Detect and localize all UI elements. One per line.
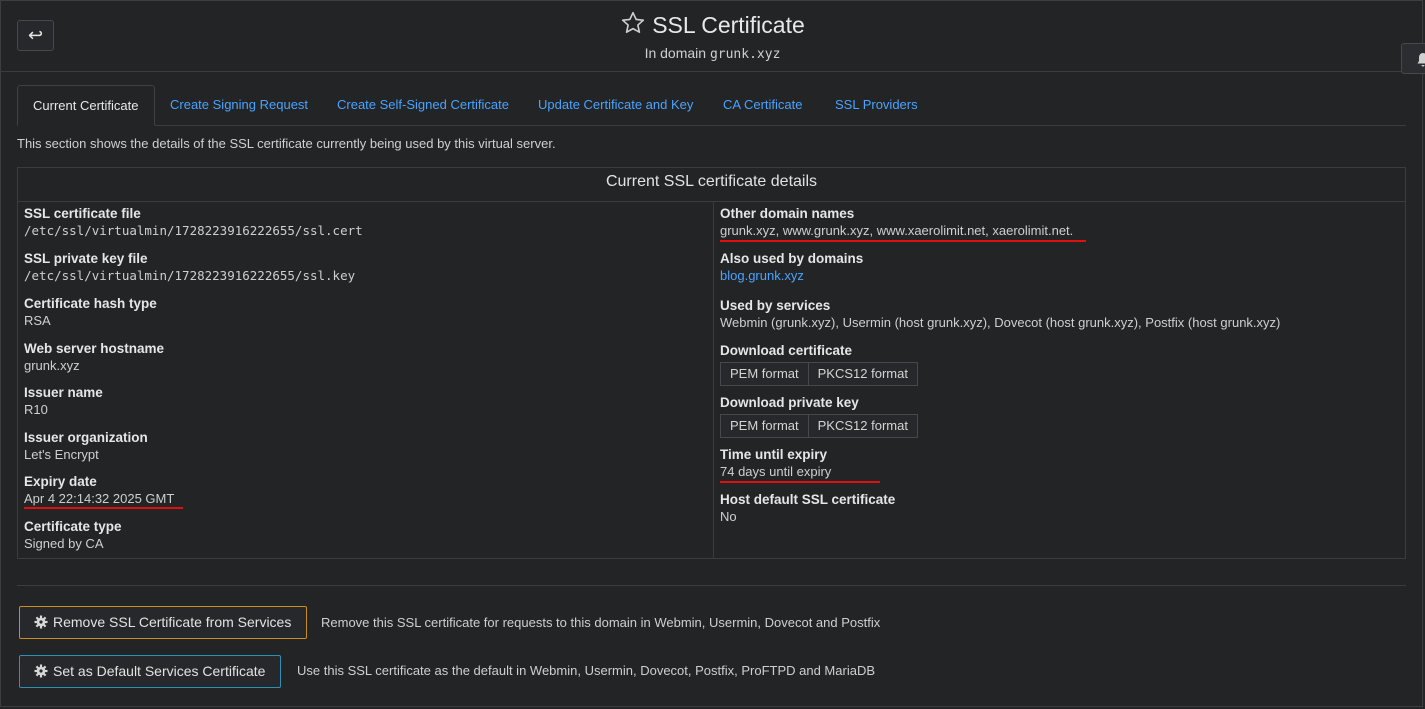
gear-icon <box>34 609 48 640</box>
field-label: Time until expiry <box>720 447 828 462</box>
field-label: Used by services <box>720 298 831 313</box>
field-value: RSA <box>24 313 51 328</box>
field-value: grunk.xyz, www.grunk.xyz, www.xaerolimit… <box>720 223 1074 238</box>
download-cert-pem-button[interactable]: PEM format <box>720 362 809 386</box>
field-label: SSL private key file <box>24 251 148 266</box>
download-cert-pkcs12-button[interactable]: PKCS12 format <box>808 362 918 386</box>
tab-create-self-signed[interactable]: Create Self-Signed Certificate <box>337 85 509 126</box>
field-expiry-date: Expiry date Apr 4 22:14:32 2025 GMT <box>24 474 174 506</box>
actions-separator <box>17 585 1406 586</box>
field-value: No <box>720 509 737 524</box>
field-label: Host default SSL certificate <box>720 492 896 507</box>
set-default-certificate-button[interactable]: Set as Default Services Certificate <box>19 655 282 689</box>
certificate-details-panel: Current SSL certificate details SSL cert… <box>17 167 1406 559</box>
field-used-by-services: Used by services Webmin (grunk.xyz), Use… <box>720 298 1280 330</box>
field-time-until-expiry: Time until expiry 74 days until expiry <box>720 447 831 479</box>
field-value: 74 days until expiry <box>720 464 832 479</box>
tab-current-certificate[interactable]: Current Certificate <box>17 85 155 126</box>
field-also-used: Also used by domains blog.grunk.xyz <box>720 251 863 283</box>
set-default-certificate-label: Set as Default Services Certificate <box>53 663 266 679</box>
expiry-date-highlight <box>24 507 183 509</box>
field-value: /etc/ssl/virtualmin/1728223916222655/ssl… <box>24 223 363 238</box>
field-value: grunk.xyz <box>24 358 80 373</box>
field-issuer-name: Issuer name R10 <box>24 385 103 417</box>
field-hostname: Web server hostname grunk.xyz <box>24 341 164 373</box>
tab-ssl-providers[interactable]: SSL Providers <box>835 85 918 126</box>
field-value: Webmin (grunk.xyz), Usermin (host grunk.… <box>720 315 1281 330</box>
field-download-certificate: Download certificate PEM format PKCS12 f… <box>720 343 918 386</box>
field-value: Signed by CA <box>24 536 104 551</box>
set-default-certificate-description: Use this SSL certificate as the default … <box>297 663 875 678</box>
page-title: SSL Certificate <box>652 12 805 38</box>
column-divider <box>713 202 714 558</box>
field-label: SSL certificate file <box>24 206 141 221</box>
remove-certificate-label: Remove SSL Certificate from Services <box>53 614 292 630</box>
expiry-time-highlight <box>720 481 880 483</box>
star-outline-icon[interactable] <box>620 10 646 42</box>
download-key-pkcs12-button[interactable]: PKCS12 format <box>808 414 918 438</box>
field-label: Download private key <box>720 395 859 410</box>
field-value: Apr 4 22:14:32 2025 GMT <box>24 491 175 506</box>
field-cert-type: Certificate type Signed by CA <box>24 519 122 551</box>
field-issuer-org: Issuer organization Let's Encrypt <box>24 430 148 462</box>
subtitle-domain: grunk.xyz <box>709 47 781 62</box>
remove-certificate-button[interactable]: Remove SSL Certificate from Services <box>19 606 308 640</box>
field-label: Download certificate <box>720 343 853 358</box>
gear-icon <box>34 658 48 689</box>
panel-title: Current SSL certificate details <box>18 168 1405 202</box>
tab-ca-certificate[interactable]: CA Certificate <box>723 85 802 126</box>
field-other-domains: Other domain names grunk.xyz, www.grunk.… <box>720 206 1073 238</box>
download-key-buttons: PEM format PKCS12 format <box>720 414 918 438</box>
field-label: Other domain names <box>720 206 855 221</box>
field-label: Certificate type <box>24 519 122 534</box>
field-value: R10 <box>24 402 48 417</box>
field-value: /etc/ssl/virtualmin/1728223916222655/ssl… <box>24 268 356 283</box>
field-label: Also used by domains <box>720 251 864 266</box>
tab-create-signing-request[interactable]: Create Signing Request <box>170 85 308 126</box>
page-subtitle: In domain grunk.xyz <box>0 45 1425 62</box>
other-domains-highlight <box>720 240 1086 242</box>
bell-icon <box>1417 53 1425 67</box>
field-label: Certificate hash type <box>24 296 157 311</box>
field-cert-file: SSL certificate file /etc/ssl/virtualmin… <box>24 206 363 238</box>
download-cert-buttons: PEM format PKCS12 format <box>720 362 918 386</box>
tab-update-certificate[interactable]: Update Certificate and Key <box>538 85 693 126</box>
notifications-button[interactable] <box>1401 43 1425 74</box>
remove-certificate-description: Remove this SSL certificate for requests… <box>321 615 881 630</box>
field-host-default: Host default SSL certificate No <box>720 492 895 524</box>
field-hash-type: Certificate hash type RSA <box>24 296 157 328</box>
tab-bar: Current Certificate Create Signing Reque… <box>17 85 1406 126</box>
field-label: Expiry date <box>24 474 97 489</box>
field-download-key: Download private key PEM format PKCS12 f… <box>720 395 918 438</box>
field-label: Issuer organization <box>24 430 148 445</box>
field-label: Issuer name <box>24 385 103 400</box>
field-value: Let's Encrypt <box>24 447 99 462</box>
subtitle-prefix: In domain <box>644 45 707 61</box>
section-intro: This section shows the details of the SS… <box>17 136 556 151</box>
also-used-domain-link[interactable]: blog.grunk.xyz <box>720 268 863 283</box>
field-label: Web server hostname <box>24 341 165 356</box>
field-key-file: SSL private key file /etc/ssl/virtualmin… <box>24 251 355 283</box>
download-key-pem-button[interactable]: PEM format <box>720 414 809 438</box>
page-title-row: SSL Certificate <box>0 10 1425 42</box>
page-header: ↩ SSL Certificate In domain grunk.xyz <box>0 0 1425 74</box>
